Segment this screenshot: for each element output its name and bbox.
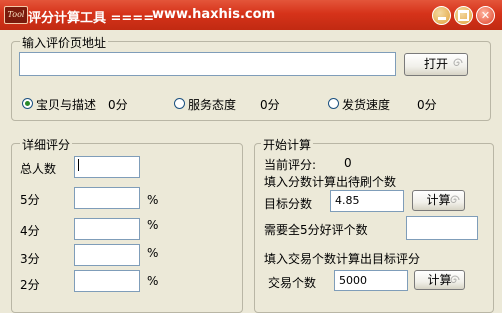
url-group-label: 输入评价页地址 xyxy=(20,34,109,51)
row-3-label: 3分 xyxy=(20,252,40,266)
rating-value-description: 0分 xyxy=(108,98,128,112)
row-2-input[interactable] xyxy=(74,270,140,292)
calc-group-label: 开始计算 xyxy=(261,136,314,153)
rating-value-shipping: 0分 xyxy=(417,98,437,112)
text-caret xyxy=(78,159,79,171)
radio-description[interactable] xyxy=(22,98,33,109)
trade-count-input[interactable]: 5000 xyxy=(334,270,408,291)
row-4-label: 4分 xyxy=(20,224,40,238)
close-icon: ✕ xyxy=(480,9,491,22)
current-score-value: 0 xyxy=(344,156,352,170)
rating-label-service: 服务态度 xyxy=(188,98,237,112)
total-label: 总人数 xyxy=(20,162,57,176)
section1-title: 填入分数计算出待刷个数 xyxy=(264,175,397,189)
section2-title: 填入交易个数计算出目标评分 xyxy=(264,252,421,266)
row-2-unit: % xyxy=(147,274,159,288)
window-title: 评分计算工具 ==== xyxy=(28,11,155,26)
calculate-button-1[interactable]: 计算 xyxy=(412,190,465,211)
total-input[interactable] xyxy=(74,156,140,178)
calculate-button-2[interactable]: 计算 xyxy=(414,270,465,290)
target-score-label: 目标分数 xyxy=(264,197,313,211)
row-4-input[interactable] xyxy=(74,218,140,240)
need-count-output[interactable] xyxy=(406,216,478,240)
maximize-icon xyxy=(458,10,469,21)
detail-group-label: 详细评分 xyxy=(20,136,73,153)
open-button[interactable]: 打开 xyxy=(404,53,468,76)
minimize-icon xyxy=(437,16,446,20)
row-3-input[interactable] xyxy=(74,244,140,266)
row-4-unit: % xyxy=(147,218,159,232)
target-score-input[interactable]: 4.85 xyxy=(330,190,404,212)
minimize-button[interactable] xyxy=(432,6,451,25)
radio-shipping[interactable] xyxy=(328,98,339,109)
rating-label-description: 宝贝与描述 xyxy=(36,98,97,112)
window-url: www.haxhis.com xyxy=(152,7,276,22)
maximize-button[interactable] xyxy=(454,6,473,25)
trade-count-label: 交易个数 xyxy=(268,276,317,290)
current-score-label: 当前评分: xyxy=(264,158,317,172)
row-3-unit: % xyxy=(147,246,159,260)
radio-service[interactable] xyxy=(174,98,185,109)
rating-value-service: 0分 xyxy=(260,98,280,112)
url-input[interactable] xyxy=(19,52,396,76)
swirl-decoration-icon xyxy=(453,58,463,66)
row-5-unit: % xyxy=(147,193,159,207)
rating-label-shipping: 发货速度 xyxy=(342,98,391,112)
close-button[interactable]: ✕ xyxy=(476,6,495,25)
app-icon: Tool xyxy=(4,6,28,24)
need-count-label: 需要全5分好评个数 xyxy=(264,223,368,237)
row-2-label: 2分 xyxy=(20,278,40,292)
title-bar[interactable]: Tool 评分计算工具 ==== www.haxhis.com ✕ xyxy=(0,0,502,30)
row-5-label: 5分 xyxy=(20,193,40,207)
row-5-input[interactable] xyxy=(74,187,140,209)
